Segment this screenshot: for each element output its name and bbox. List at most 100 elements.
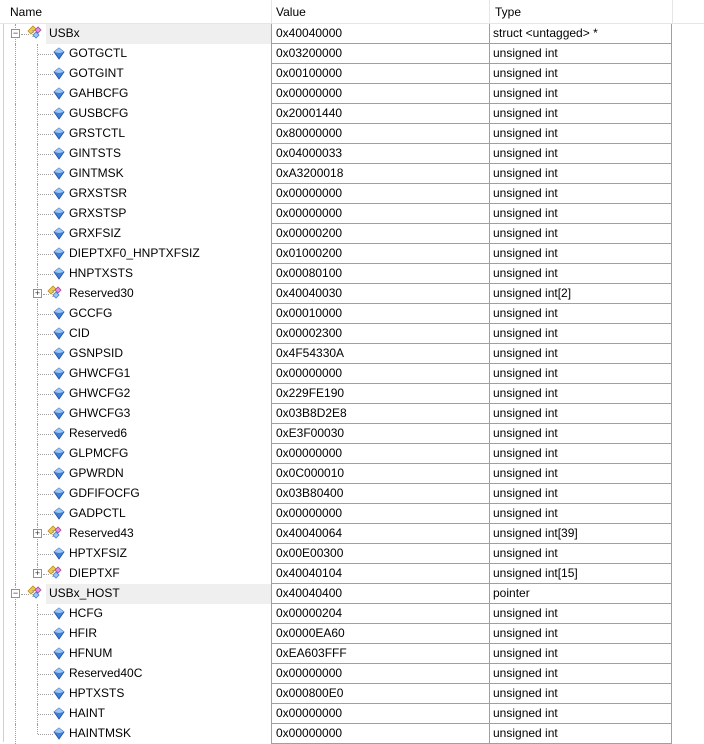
tree-row[interactable]: GSNPSID 0x4F54330A unsigned int bbox=[0, 344, 704, 364]
tree-line bbox=[15, 264, 16, 284]
tree-row[interactable]: GLPMCFG 0x00000000 unsigned int bbox=[0, 444, 704, 464]
tree-row[interactable]: GINTMSK 0xA3200018 unsigned int bbox=[0, 164, 704, 184]
row-name: GRXSTSP bbox=[69, 206, 127, 220]
row-type: unsigned int bbox=[489, 624, 672, 644]
tree-row[interactable]: GDFIFOCFG 0x03B80400 unsigned int bbox=[0, 484, 704, 504]
tree-row[interactable]: GRXFSIZ 0x00000200 unsigned int bbox=[0, 224, 704, 244]
row-value[interactable]: 0x229FE190 bbox=[271, 384, 490, 404]
tree-row[interactable]: HFIR 0x0000EA60 unsigned int bbox=[0, 624, 704, 644]
tree-row[interactable]: GRXSTSR 0x00000000 unsigned int bbox=[0, 184, 704, 204]
row-type: unsigned int bbox=[489, 684, 672, 704]
column-resize-handle[interactable] bbox=[672, 0, 673, 24]
row-value[interactable]: 0x4F54330A bbox=[271, 344, 490, 364]
row-value[interactable]: 0x40040104 bbox=[271, 564, 490, 584]
row-value[interactable]: 0x40040064 bbox=[271, 524, 490, 544]
tree-row[interactable]: GADPCTL 0x00000000 unsigned int bbox=[0, 504, 704, 524]
column-resize-handle[interactable] bbox=[271, 0, 272, 24]
row-value[interactable]: 0x00010000 bbox=[271, 304, 490, 324]
tree-row[interactable]: + DIEPTXF 0x40040104 unsigned int[15] bbox=[0, 564, 704, 584]
row-value[interactable]: 0x0000EA60 bbox=[271, 624, 490, 644]
column-resize-handle[interactable] bbox=[489, 0, 490, 24]
row-value[interactable]: 0x00000000 bbox=[271, 664, 490, 684]
row-name: GDFIFOCFG bbox=[69, 486, 140, 500]
field-icon bbox=[53, 67, 65, 83]
row-value[interactable]: 0x80000000 bbox=[271, 124, 490, 144]
tree-row[interactable]: HAINT 0x00000000 unsigned int bbox=[0, 704, 704, 724]
tree-row[interactable]: GHWCFG1 0x00000000 unsigned int bbox=[0, 364, 704, 384]
row-value[interactable]: 0x01000200 bbox=[271, 244, 490, 264]
struct-icon bbox=[46, 565, 64, 584]
row-value[interactable]: 0x00000000 bbox=[271, 504, 490, 524]
row-value[interactable]: 0x00000200 bbox=[271, 224, 490, 244]
row-value[interactable]: 0x40040000 bbox=[271, 24, 490, 44]
row-value[interactable]: 0x00000000 bbox=[271, 704, 490, 724]
column-header-value[interactable]: Value bbox=[276, 5, 306, 19]
tree-line bbox=[15, 124, 16, 144]
tree-row[interactable]: GOTGINT 0x00100000 unsigned int bbox=[0, 64, 704, 84]
tree-row[interactable]: GCCFG 0x00010000 unsigned int bbox=[0, 304, 704, 324]
expand-toggle[interactable]: + bbox=[33, 529, 42, 538]
row-value[interactable]: 0x20001440 bbox=[271, 104, 490, 124]
tree-line bbox=[15, 184, 16, 204]
row-value[interactable]: 0x03B8D2E8 bbox=[271, 404, 490, 424]
tree-row[interactable]: GHWCFG2 0x229FE190 unsigned int bbox=[0, 384, 704, 404]
row-value[interactable]: 0x000800E0 bbox=[271, 684, 490, 704]
row-value[interactable]: 0x04000033 bbox=[271, 144, 490, 164]
tree-row[interactable]: HFNUM 0xEA603FFF unsigned int bbox=[0, 644, 704, 664]
tree-row[interactable]: GUSBCFG 0x20001440 unsigned int bbox=[0, 104, 704, 124]
row-value[interactable]: 0x00000204 bbox=[271, 604, 490, 624]
column-header-name[interactable]: Name bbox=[10, 5, 42, 19]
tree-line bbox=[15, 44, 16, 64]
tree-row[interactable]: DIEPTXF0_HNPTXFSIZ 0x01000200 unsigned int bbox=[0, 244, 704, 264]
row-value[interactable]: 0xE3F00030 bbox=[271, 424, 490, 444]
row-value[interactable]: 0x00000000 bbox=[271, 364, 490, 384]
tree-row[interactable]: Reserved6 0xE3F00030 unsigned int bbox=[0, 424, 704, 444]
tree-row[interactable]: − USBx_HOST 0x40040400 pointer bbox=[0, 584, 704, 604]
row-value[interactable]: 0x00000000 bbox=[271, 84, 490, 104]
tree-row[interactable]: GPWRDN 0x0C000010 unsigned int bbox=[0, 464, 704, 484]
row-value[interactable]: 0x03B80400 bbox=[271, 484, 490, 504]
tree-row[interactable]: GINTSTS 0x04000033 unsigned int bbox=[0, 144, 704, 164]
row-value[interactable]: 0x40040400 bbox=[271, 584, 490, 604]
row-value[interactable]: 0x00100000 bbox=[271, 64, 490, 84]
row-value[interactable]: 0x00E00300 bbox=[271, 544, 490, 564]
tree-row[interactable]: CID 0x00002300 unsigned int bbox=[0, 324, 704, 344]
tree-row[interactable]: HCFG 0x00000204 unsigned int bbox=[0, 604, 704, 624]
tree-line bbox=[38, 434, 53, 435]
tree-row[interactable]: GRSTCTL 0x80000000 unsigned int bbox=[0, 124, 704, 144]
expand-toggle[interactable]: + bbox=[33, 289, 42, 298]
row-value[interactable]: 0x00000000 bbox=[271, 184, 490, 204]
collapse-toggle[interactable]: − bbox=[11, 589, 20, 598]
row-value[interactable]: 0x00000000 bbox=[271, 204, 490, 224]
row-value[interactable]: 0xA3200018 bbox=[271, 164, 490, 184]
tree-row[interactable]: GOTGCTL 0x03200000 unsigned int bbox=[0, 44, 704, 64]
column-header-type[interactable]: Type bbox=[495, 5, 521, 19]
row-value[interactable]: 0x00080100 bbox=[271, 264, 490, 284]
row-value[interactable]: 0x00000000 bbox=[271, 444, 490, 464]
tree-row[interactable]: + Reserved30 0x40040030 unsigned int[2] bbox=[0, 284, 704, 304]
row-value[interactable]: 0x40040030 bbox=[271, 284, 490, 304]
collapse-toggle[interactable]: − bbox=[11, 29, 20, 38]
tree-row[interactable]: HAINTMSK 0x00000000 unsigned int bbox=[0, 724, 704, 744]
field-icon bbox=[53, 407, 65, 423]
tree-row[interactable]: Reserved40C 0x00000000 unsigned int bbox=[0, 664, 704, 684]
tree-row[interactable]: + Reserved43 0x40040064 unsigned int[39] bbox=[0, 524, 704, 544]
expand-toggle[interactable]: + bbox=[33, 569, 42, 578]
tree-row[interactable]: GRXSTSP 0x00000000 unsigned int bbox=[0, 204, 704, 224]
row-value[interactable]: 0x0C000010 bbox=[271, 464, 490, 484]
field-icon bbox=[53, 247, 65, 263]
tree-row[interactable]: HPTXSTS 0x000800E0 unsigned int bbox=[0, 684, 704, 704]
tree-row[interactable]: GHWCFG3 0x03B8D2E8 unsigned int bbox=[0, 404, 704, 424]
tree-row[interactable]: HNPTXSTS 0x00080100 unsigned int bbox=[0, 264, 704, 284]
tree-row[interactable]: − USBx 0x40040000 struct <untagged> * bbox=[0, 24, 704, 44]
tree-row[interactable]: HPTXFSIZ 0x00E00300 unsigned int bbox=[0, 544, 704, 564]
field-icon bbox=[53, 327, 65, 343]
row-value[interactable]: 0xEA603FFF bbox=[271, 644, 490, 664]
field-icon bbox=[53, 727, 65, 743]
row-value[interactable]: 0x00000000 bbox=[271, 724, 490, 744]
tree-line bbox=[38, 174, 53, 175]
field-icon bbox=[53, 267, 65, 283]
row-value[interactable]: 0x00002300 bbox=[271, 324, 490, 344]
tree-row[interactable]: GAHBCFG 0x00000000 unsigned int bbox=[0, 84, 704, 104]
row-value[interactable]: 0x03200000 bbox=[271, 44, 490, 64]
